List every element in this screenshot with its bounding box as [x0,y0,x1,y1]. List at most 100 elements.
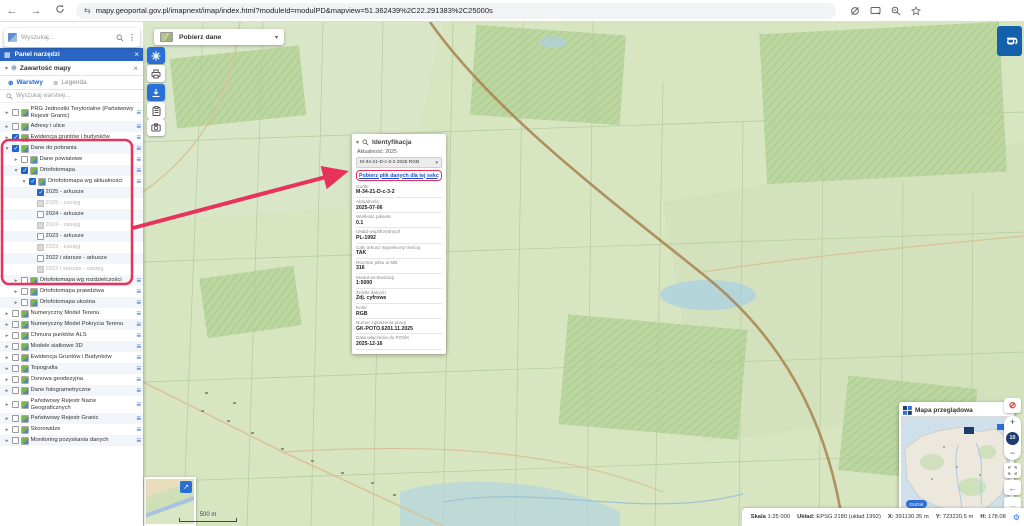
collapse-chevron-icon[interactable]: ▾ [356,139,359,146]
layer-menu-icon[interactable]: ≡ [136,310,141,318]
layer-row[interactable]: ▸ Państwowy Rejestr Nazw Geograficznych … [0,396,143,413]
layer-menu-icon[interactable]: ≡ [136,277,141,285]
zoom-page-icon[interactable] [891,6,901,16]
layer-menu-icon[interactable]: ≡ [136,109,141,117]
layer-row[interactable]: ▸ Dane powiatowe ≡ [0,154,143,165]
layer-menu-icon[interactable]: ≡ [136,354,141,362]
layer-row[interactable]: ▸ Ortofotomapa prawdziwa ≡ [0,286,143,297]
layer-menu-icon[interactable]: ≡ [136,376,141,384]
layer-row[interactable]: ▸ Modele siatkowe 3D ≡ [0,341,143,352]
expander-icon[interactable]: ▸ [4,402,10,408]
expander-icon[interactable]: ▾ [4,146,10,152]
layer-row[interactable]: ▸ Adresy i ulice ≡ [0,121,143,132]
layer-checkbox[interactable] [37,222,44,229]
layer-checkbox[interactable] [12,343,19,350]
layer-row[interactable]: 2024 - arkusze ≡ [0,209,143,220]
layer-row[interactable]: ▸ Osnowa geodezyjna ≡ [0,374,143,385]
expander-icon[interactable]: ▸ [13,300,19,306]
expand-basemap-icon[interactable]: ↗ [180,481,192,493]
layer-checkbox[interactable] [12,310,19,317]
layer-checkbox[interactable] [12,134,19,141]
layer-row[interactable]: 2024 - zasięg ≡ [0,220,143,231]
layer-row[interactable]: ▸ Ewidencja gruntów i budynków ≡ [0,132,143,143]
layer-checkbox[interactable] [12,123,19,130]
expander-icon[interactable]: ▸ [4,355,10,361]
layer-checkbox[interactable] [12,426,19,433]
expander-icon[interactable]: ▸ [13,289,19,295]
print-button[interactable] [147,65,165,82]
layer-search-input[interactable]: Wyszukaj warstwę... [16,93,70,99]
layer-checkbox[interactable] [12,109,19,116]
layer-row[interactable]: 2023 - arkusze ≡ [0,231,143,242]
expander-icon[interactable]: ▸ [13,157,19,163]
layer-row[interactable]: ▸ Ortofotomapa wg rozdzielczości ≡ [0,275,143,286]
extent-back-button[interactable]: ← [1004,480,1021,495]
site-settings-icon[interactable]: ⇆ [84,6,91,15]
expander-icon[interactable]: ▸ [4,333,10,339]
fullscreen-button[interactable] [1004,463,1021,478]
layer-row[interactable]: ▸ Chmura punktów ALS ≡ [0,330,143,341]
layer-checkbox[interactable] [37,233,44,240]
search-input[interactable]: Wyszukaj... [21,34,112,41]
browser-forward-icon[interactable]: → [24,5,48,17]
layer-checkbox[interactable] [37,189,44,196]
expander-icon[interactable]: ▸ [4,124,10,130]
layer-checkbox[interactable] [12,365,19,372]
search-icon[interactable] [116,34,124,42]
expander-icon[interactable]: ▾ [13,168,19,174]
expander-icon[interactable]: ▸ [4,416,10,422]
geoportal-logo[interactable]: g [997,26,1022,56]
tracking-off-icon[interactable] [850,6,860,16]
layer-checkbox[interactable] [12,401,19,408]
layer-checkbox[interactable] [12,437,19,444]
expander-icon[interactable]: ▸ [4,366,10,372]
layer-menu-icon[interactable]: ≡ [136,437,141,445]
expander-icon[interactable]: ▸ [13,278,19,284]
layer-menu-icon[interactable]: ≡ [136,321,141,329]
layer-checkbox[interactable] [21,167,28,174]
layer-row[interactable]: ▸ PRG Jednostki Terytorialne (Państwowy … [0,104,143,121]
browser-reload-icon[interactable] [48,4,72,17]
layer-menu-icon[interactable]: ≡ [136,145,141,153]
tab-layers[interactable]: ⊕ Warstwy [8,79,43,87]
active-tool-button[interactable] [147,47,165,64]
layer-row[interactable]: ▸ Ewidencja Gruntów i Budynków ≡ [0,352,143,363]
layer-menu-icon[interactable]: ≡ [136,299,141,307]
layer-checkbox[interactable] [12,321,19,328]
layer-menu-icon[interactable]: ≡ [136,365,141,373]
settings-gear-icon[interactable]: ⚙ [1013,513,1020,522]
layer-menu-icon[interactable]: ≡ [136,332,141,340]
layer-row[interactable]: 2025 - zasięg ≡ [0,198,143,209]
save-page-icon[interactable] [870,6,881,16]
download-data-button[interactable]: Pobierz dane ▾ [154,29,284,45]
layer-menu-icon[interactable]: ≡ [136,288,141,296]
download-mode-button[interactable] [147,84,165,101]
map-canvas[interactable] [143,22,1024,526]
address-bar[interactable]: ⇆ mapy.geoportal.gov.pl/imapnext/imap/in… [76,3,836,19]
overview-map[interactable]: GUGiK [901,416,1010,512]
layer-menu-icon[interactable]: ≡ [136,156,141,164]
expander-icon[interactable]: ▸ [4,388,10,394]
report-button[interactable] [147,102,165,119]
layer-row[interactable]: ▸ Ortofotomapa ukośna ≡ [0,297,143,308]
search-menu-icon[interactable]: ⋮ [128,33,136,42]
layer-checkbox[interactable] [21,156,28,163]
layer-checkbox[interactable] [12,415,19,422]
bookmark-star-icon[interactable] [911,6,921,16]
layer-checkbox[interactable] [37,244,44,251]
layer-row[interactable]: 2022 i starsze - zasięg ≡ [0,264,143,275]
layer-menu-icon[interactable]: ≡ [136,178,141,186]
download-file-link[interactable]: Pobierz plik danych dla tej sekcji [359,173,439,179]
zoom-in-button[interactable]: + [1010,418,1015,427]
layer-checkbox[interactable] [12,387,19,394]
screenshot-button[interactable] [147,119,165,136]
layer-checkbox[interactable] [37,255,44,262]
expander-icon[interactable]: ▸ [4,322,10,328]
expander-icon[interactable]: ▸ [4,427,10,433]
expander-icon[interactable]: ▸ [4,311,10,317]
expander-icon[interactable]: ▸ [4,344,10,350]
expander-icon[interactable]: ▸ [4,135,10,141]
layer-checkbox[interactable] [12,332,19,339]
layer-row[interactable]: 2025 - arkusze ≡ [0,187,143,198]
layer-menu-icon[interactable]: ≡ [136,123,141,131]
